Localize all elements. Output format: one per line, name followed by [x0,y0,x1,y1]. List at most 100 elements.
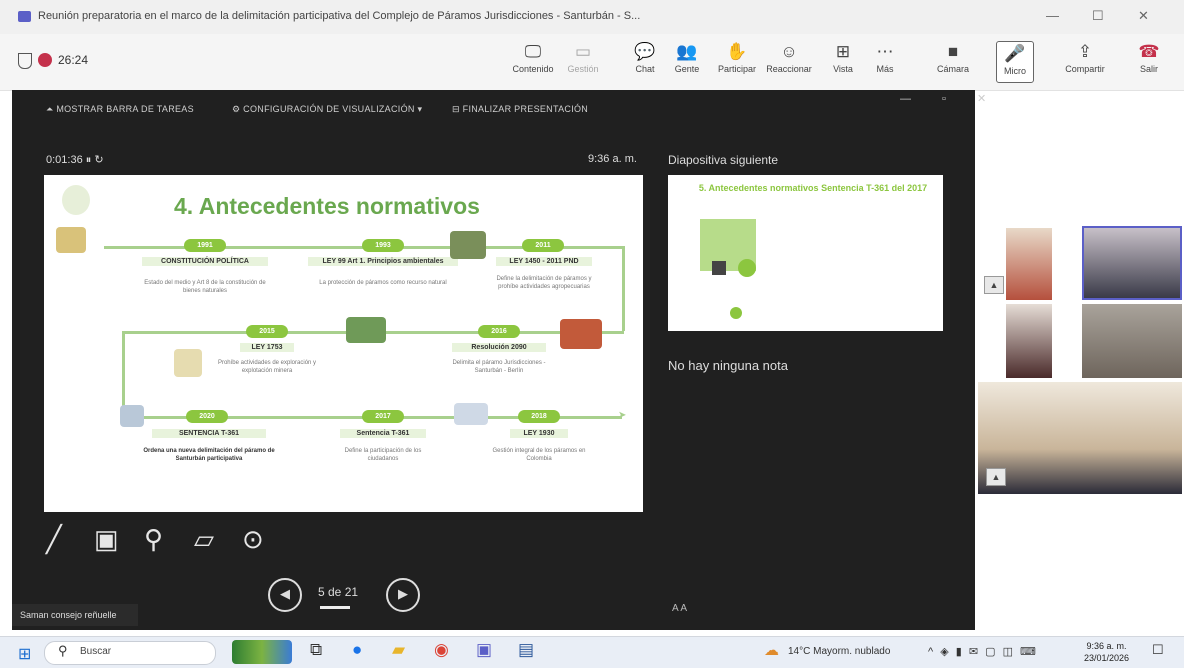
recording-icon [38,53,52,67]
close-window-button[interactable]: ✕ [1138,8,1149,24]
chat-button[interactable]: 💬 Chat [622,40,668,84]
content-button[interactable]: 🖵 Contenido [510,40,556,84]
zoom-icon[interactable]: ⚲ [144,524,163,555]
timeline-description: Delimita el páramo Jurisdicciones - Sant… [452,360,546,374]
timeline-label: LEY 99 Art 1. Principios ambientales [308,257,458,266]
hand-icon: ✋ [726,42,748,61]
arrow-icon: ➤ [618,410,627,421]
taskbar-clock[interactable]: 9:36 a. m. 23/01/2026 [1084,640,1129,664]
timeline-year: 2020 [186,410,228,423]
file-explorer-icon[interactable]: ▰ [392,640,405,660]
pause-icon[interactable]: ⏸ [86,154,92,166]
edge-icon[interactable]: ● [352,640,362,660]
display-icon: ⚙ [232,104,244,114]
participant-video-4[interactable] [1082,304,1182,378]
timeline-label: CONSTITUCIÓN POLÍTICA [142,257,268,266]
end-icon: ⊟ [452,104,463,114]
timeline-year: 1991 [184,239,226,252]
raise-hand-button[interactable]: ✋ Participar [714,40,760,84]
task-view-icon[interactable]: ⧉ [310,640,322,660]
pen-tool-icon[interactable]: ╱ [46,524,62,555]
teams-icon[interactable]: ▣ [476,640,492,660]
minimize-button[interactable]: — [1046,8,1059,23]
constitution-image [56,227,86,253]
window-title: Reunión preparatoria en el marco de la d… [38,10,641,22]
reset-icon[interactable]: ↻ [94,154,103,166]
grid-icon: ⊞ [835,42,851,61]
word-icon[interactable]: ▤ [518,640,534,660]
camera-toggle-icon[interactable]: ▱ [194,524,214,555]
meeting-timer: 26:24 [58,53,89,67]
taskbar-search-input[interactable] [44,641,216,665]
timeline-year: 2017 [362,410,404,423]
timeline-connector [622,246,625,331]
clock: 9:36 a. m. [588,153,637,165]
timeline-connector [122,331,125,416]
ellipsis-icon: ⋯ [876,42,894,61]
participant-video-3[interactable] [1006,304,1052,378]
people-icon: 👥 [676,42,698,61]
timeline-description: Define la delimitación de páramos y proh… [496,276,592,290]
participant-video-2[interactable] [1082,226,1182,300]
timeline-year: 2018 [518,410,560,423]
participant-name-badge: ▲ [984,276,1004,294]
shield-icon[interactable] [18,53,32,69]
weather-icon[interactable]: ☁ [764,641,779,659]
microphone-icon: 🎤 [1004,44,1026,63]
chevron-right-icon: ▶ [398,586,408,601]
microphone-button[interactable]: 🎤 Micro [996,41,1034,83]
next-slide-preview[interactable]: 5. Antecedentes normativos Sentencia T-3… [668,175,943,331]
more-button[interactable]: ⋯ Más [862,40,908,84]
timeline-year: 1993 [362,239,404,252]
next-slide-title: 5. Antecedentes normativos Sentencia T-3… [698,183,928,193]
presenter-window-controls[interactable]: — ▫ ✕ [900,92,1000,105]
notes-text-size-icons[interactable]: A A [672,603,687,614]
current-slide: 4. Antecedentes normativos 1991 CONSTITU… [44,175,643,512]
next-slide-label: Diapositiva siguiente [668,153,779,167]
display-settings-button[interactable]: ⚙ CONFIGURACIÓN DE VISUALIZACIÓN ▾ [232,104,422,115]
windows-start-icon[interactable]: ⊞ [18,644,31,664]
people-button[interactable]: 👥 Gente [664,40,710,84]
see-all-slides-icon[interactable]: ▣ [94,524,119,555]
teams-logo-icon [18,11,31,22]
elapsed-timer: 0:01:36 ⏸ ↻ [46,154,104,166]
timeline-year: 2016 [478,325,520,338]
system-tray-icons[interactable]: ^ ◈ ▮ ✉ ▢ ◫ ⌨ [928,645,1038,658]
react-button[interactable]: ☺ Reaccionar [766,40,812,84]
next-slide-button[interactable]: ▶ [386,578,420,612]
previous-slide-button[interactable]: ◀ [268,578,302,612]
notification-toast: Saman consejo reñuelle [12,604,138,626]
timeline-description: Define la participación de los ciudadano… [344,448,422,462]
view-button[interactable]: ⊞ Vista [820,40,866,84]
more-options-icon[interactable]: ⊙ [242,524,264,555]
weather-text: 14°C Mayorm. nublado [788,646,891,657]
camera-button[interactable]: ■ Cámara [930,40,976,84]
document-image [174,349,202,377]
pen-image [120,405,144,427]
landscape-image [450,231,486,259]
manage-button[interactable]: ▭ Gestión [560,40,606,84]
slide-logo [62,185,90,215]
chrome-icon[interactable]: ◉ [434,640,449,660]
smiley-icon: ☺ [780,42,798,61]
participant-video-1[interactable] [1006,228,1052,300]
search-placeholder: Buscar [80,646,112,657]
green-circle-icon [738,259,756,277]
show-taskbar-button[interactable]: ⏶ MOSTRAR BARRA DE TAREAS [46,104,194,115]
paramo-image [346,317,386,343]
self-video[interactable] [978,382,1182,494]
notifications-icon[interactable]: ☐ [1152,642,1164,658]
small-circle-icon [730,307,742,319]
search-icon: ⚲ [58,643,68,658]
maximize-button[interactable]: ☐ [1092,8,1104,24]
taskbar-highlight-image [232,640,292,664]
leave-button[interactable]: ☎ Salir [1126,40,1172,84]
slide-title: 4. Antecedentes normativos [174,193,480,219]
share-button[interactable]: ⇪ Compartir [1062,40,1108,84]
timeline-label: LEY 1930 [510,429,568,438]
timeline-description: Gestión integral de los páramos en Colom… [492,448,586,462]
timeline-label: LEY 1450 - 2011 PND [496,257,592,266]
end-presentation-button[interactable]: ⊟ FINALIZAR PRESENTACIÓN [452,104,588,115]
timeline-label: Sentencia T-361 [340,429,426,438]
slide-counter: 5 de 21 [318,585,359,599]
